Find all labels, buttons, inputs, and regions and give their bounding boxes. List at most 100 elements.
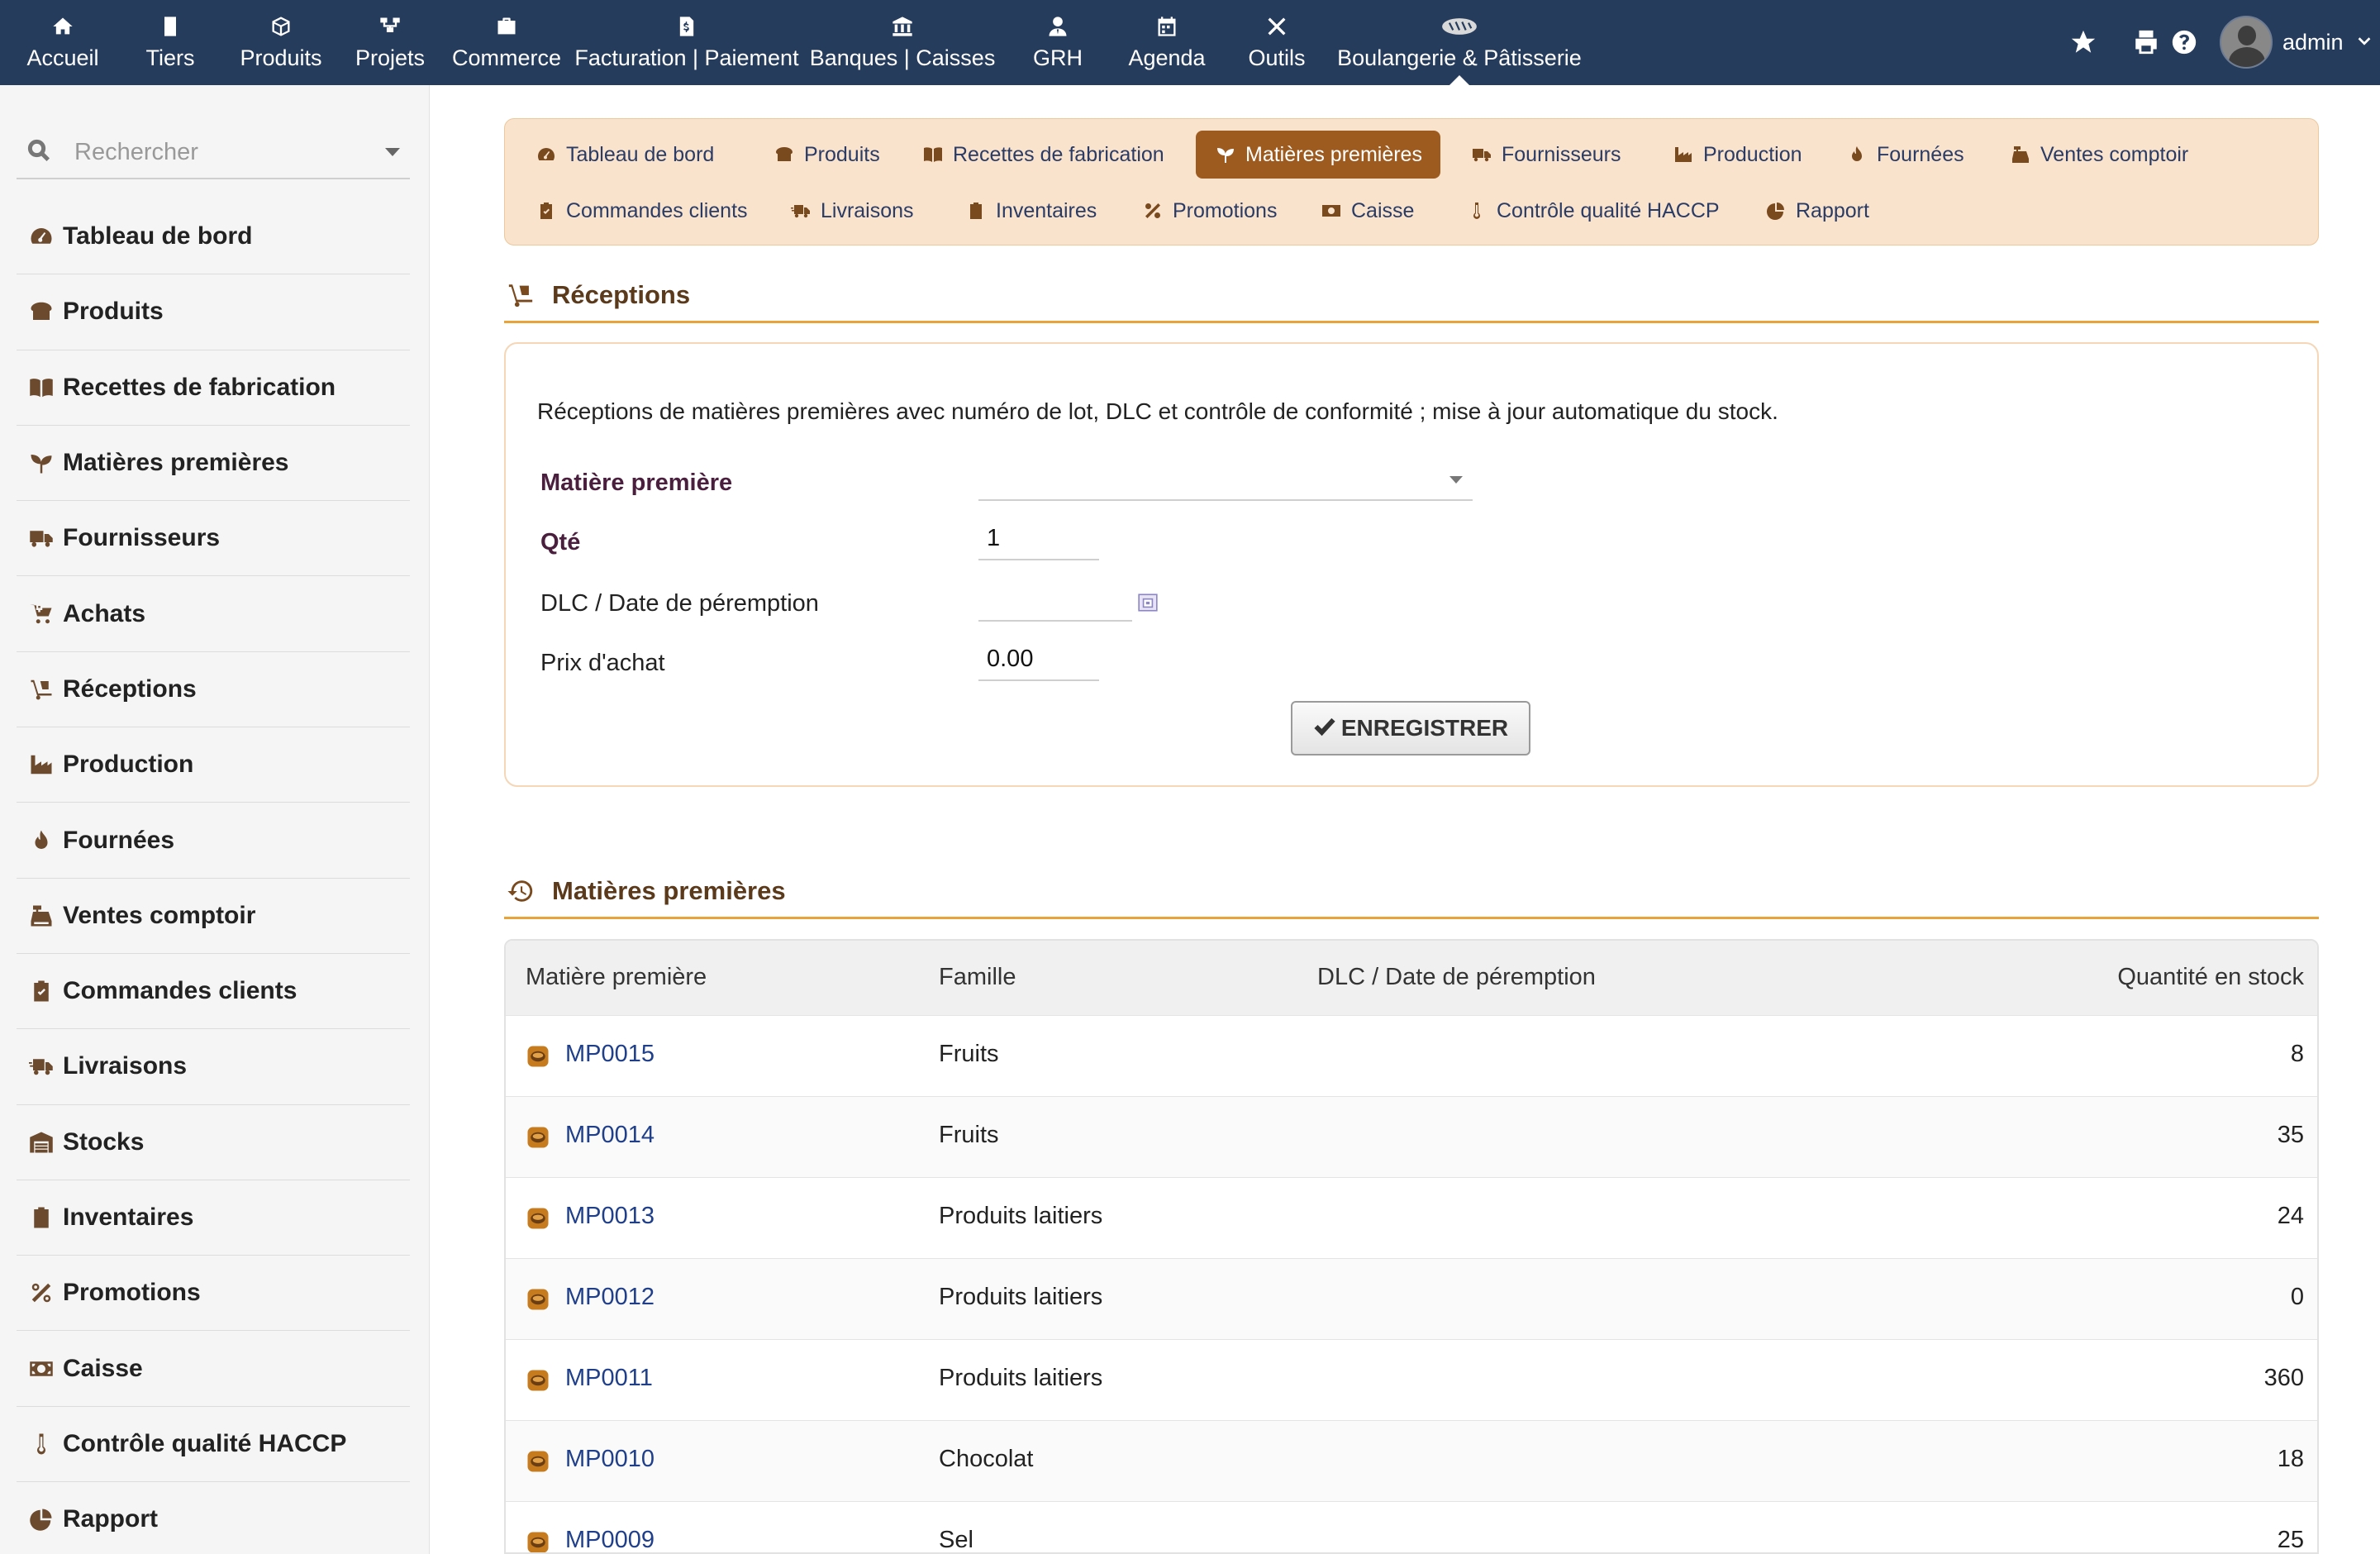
price-input[interactable]: 0.00 (978, 638, 1099, 681)
product-icon (526, 1206, 550, 1231)
col-dlc[interactable]: DLC / Date de péremption (1317, 964, 1596, 991)
qty-input[interactable]: 1 (978, 517, 1099, 560)
topnav-projets[interactable]: Projets (347, 0, 433, 85)
row-ref-link[interactable]: MP0012 (565, 1284, 654, 1311)
tab-fournisseurs[interactable]: Fournisseurs (1452, 131, 1640, 179)
help-icon[interactable] (2168, 26, 2200, 58)
row-qty: 18 (2277, 1446, 2304, 1472)
row-ref-link[interactable]: MP0014 (565, 1122, 654, 1149)
matiere-select[interactable] (978, 458, 1473, 501)
dolly-icon (26, 675, 56, 704)
sidebar-item-achats[interactable]: Achats (17, 576, 410, 652)
home-icon (51, 14, 74, 39)
briefcase-icon (495, 14, 518, 39)
industry-icon (26, 750, 56, 779)
tab-production[interactable]: Production (1654, 131, 1821, 179)
sidebar-item-stocks[interactable]: Stocks (17, 1105, 410, 1180)
money-bill-icon (1320, 199, 1343, 222)
sidebar-item-fournees[interactable]: Fournées (17, 803, 410, 879)
tab-tableau-de-bord[interactable]: Tableau de bord (516, 131, 732, 179)
sidebar-item-haccp[interactable]: Contrôle qualité HACCP (17, 1407, 410, 1483)
row-ref-link[interactable]: MP0010 (565, 1446, 654, 1473)
bookmark-star-icon[interactable] (2068, 26, 2099, 58)
print-icon[interactable] (2130, 26, 2162, 58)
topnav-outils[interactable]: Outils (1231, 0, 1322, 85)
sidebar-item-fournisseurs[interactable]: Fournisseurs (17, 501, 410, 577)
cash-register-icon (26, 901, 56, 931)
percent-icon (1141, 199, 1164, 222)
tab-matieres-premieres[interactable]: Matières premières (1196, 131, 1440, 179)
user-menu[interactable]: admin (2220, 15, 2373, 69)
percent-icon (26, 1278, 56, 1308)
shipping-fast-icon (789, 199, 812, 222)
sidebar-search[interactable]: Rechercher (17, 126, 410, 179)
book-icon (26, 373, 56, 403)
table-row: MP0011 Produits laitiers 360 (506, 1339, 2317, 1420)
col-matiere[interactable]: Matière première (526, 964, 707, 991)
sidebar-item-promotions[interactable]: Promotions (17, 1256, 410, 1332)
sidebar-item-production[interactable]: Production (17, 727, 410, 803)
username: admin (2282, 29, 2344, 55)
clipboard-check-icon (535, 199, 558, 222)
caret-down-icon[interactable] (385, 148, 400, 156)
tab-haccp[interactable]: Contrôle qualité HACCP (1447, 187, 1738, 235)
tab-ventes-comptoir[interactable]: Ventes comptoir (1991, 131, 2206, 179)
row-ref-link[interactable]: MP0015 (565, 1041, 654, 1068)
cube-icon (269, 14, 293, 39)
topnav-produits[interactable]: Produits (231, 0, 331, 85)
save-button[interactable]: ENREGISTRER (1291, 701, 1530, 756)
row-ref-link[interactable]: MP0009 (565, 1527, 654, 1552)
topnav-accueil[interactable]: Accueil (10, 0, 116, 85)
calendar-icon (1155, 14, 1178, 39)
chart-pie-icon (26, 1504, 56, 1534)
tab-caisse[interactable]: Caisse (1302, 187, 1432, 235)
sidebar-item-matieres-premieres[interactable]: Matières premières (17, 426, 410, 502)
row-ref-link[interactable]: MP0013 (565, 1203, 654, 1230)
row-family: Produits laitiers (939, 1284, 1103, 1310)
row-ref-link[interactable]: MP0011 (565, 1365, 653, 1392)
bread-icon (26, 297, 56, 327)
reception-form-card: Réceptions de matières premières avec nu… (504, 342, 2319, 787)
industry-icon (1672, 143, 1695, 166)
sidebar-item-inventaires[interactable]: Inventaires (17, 1180, 410, 1256)
tab-fournees[interactable]: Fournées (1827, 131, 1983, 179)
table-row: MP0012 Produits laitiers 0 (506, 1258, 2317, 1339)
sidebar-item-caisse[interactable]: Caisse (17, 1331, 410, 1407)
table-row: MP0015 Fruits 8 (506, 1015, 2317, 1096)
topnav-commerce[interactable]: Commerce (451, 0, 562, 85)
thermometer-icon (1465, 199, 1488, 222)
tab-produits[interactable]: Produits (754, 131, 898, 179)
sidebar-item-commandes-clients[interactable]: Commandes clients (17, 954, 410, 1030)
dlc-input[interactable] (978, 579, 1132, 622)
calendar-picker-icon[interactable] (1137, 592, 1159, 613)
topnav-facturation[interactable]: Facturation | Paiement (574, 0, 799, 85)
tab-recettes[interactable]: Recettes de fabrication (903, 131, 1183, 179)
tab-livraisons[interactable]: Livraisons (771, 187, 932, 235)
dashboard-icon (535, 143, 558, 166)
topnav-banques[interactable]: Banques | Caisses (810, 0, 995, 85)
sidebar-item-ventes-comptoir[interactable]: Ventes comptoir (17, 879, 410, 954)
topnav-boulangerie[interactable]: Boulangerie & Pâtisserie (1335, 0, 1583, 85)
receptions-title: Réceptions (552, 279, 691, 309)
sidebar-item-receptions[interactable]: Réceptions (17, 652, 410, 728)
sidebar-item-rapport[interactable]: Rapport (17, 1482, 410, 1554)
topnav-agenda[interactable]: Agenda (1117, 0, 1216, 85)
tab-inventaires[interactable]: Inventaires (946, 187, 1115, 235)
table-header: Matière première Famille DLC / Date de p… (506, 941, 2317, 1015)
tab-rapport[interactable]: Rapport (1746, 187, 1887, 235)
sidebar-item-produits[interactable]: Produits (17, 274, 410, 350)
col-famille[interactable]: Famille (939, 964, 1016, 991)
tab-promotions[interactable]: Promotions (1123, 187, 1295, 235)
sidebar-item-livraisons[interactable]: Livraisons (17, 1029, 410, 1105)
sidebar-item-recettes[interactable]: Recettes de fabrication (17, 350, 410, 426)
tab-commandes-clients[interactable]: Commandes clients (516, 187, 766, 235)
sidebar-item-tableau-de-bord[interactable]: Tableau de bord (17, 199, 410, 275)
search-input[interactable]: Rechercher (74, 139, 385, 166)
user-tie-icon (1046, 14, 1069, 39)
top-navbar: Accueil Tiers Produits Projets Commerce … (0, 0, 2380, 85)
shipping-fast-icon (26, 1051, 56, 1081)
topnav-tiers[interactable]: Tiers (129, 0, 212, 85)
col-quantite[interactable]: Quantité en stock (2117, 964, 2304, 991)
qty-label: Qté (540, 529, 581, 555)
topnav-grh[interactable]: GRH (1011, 0, 1104, 85)
